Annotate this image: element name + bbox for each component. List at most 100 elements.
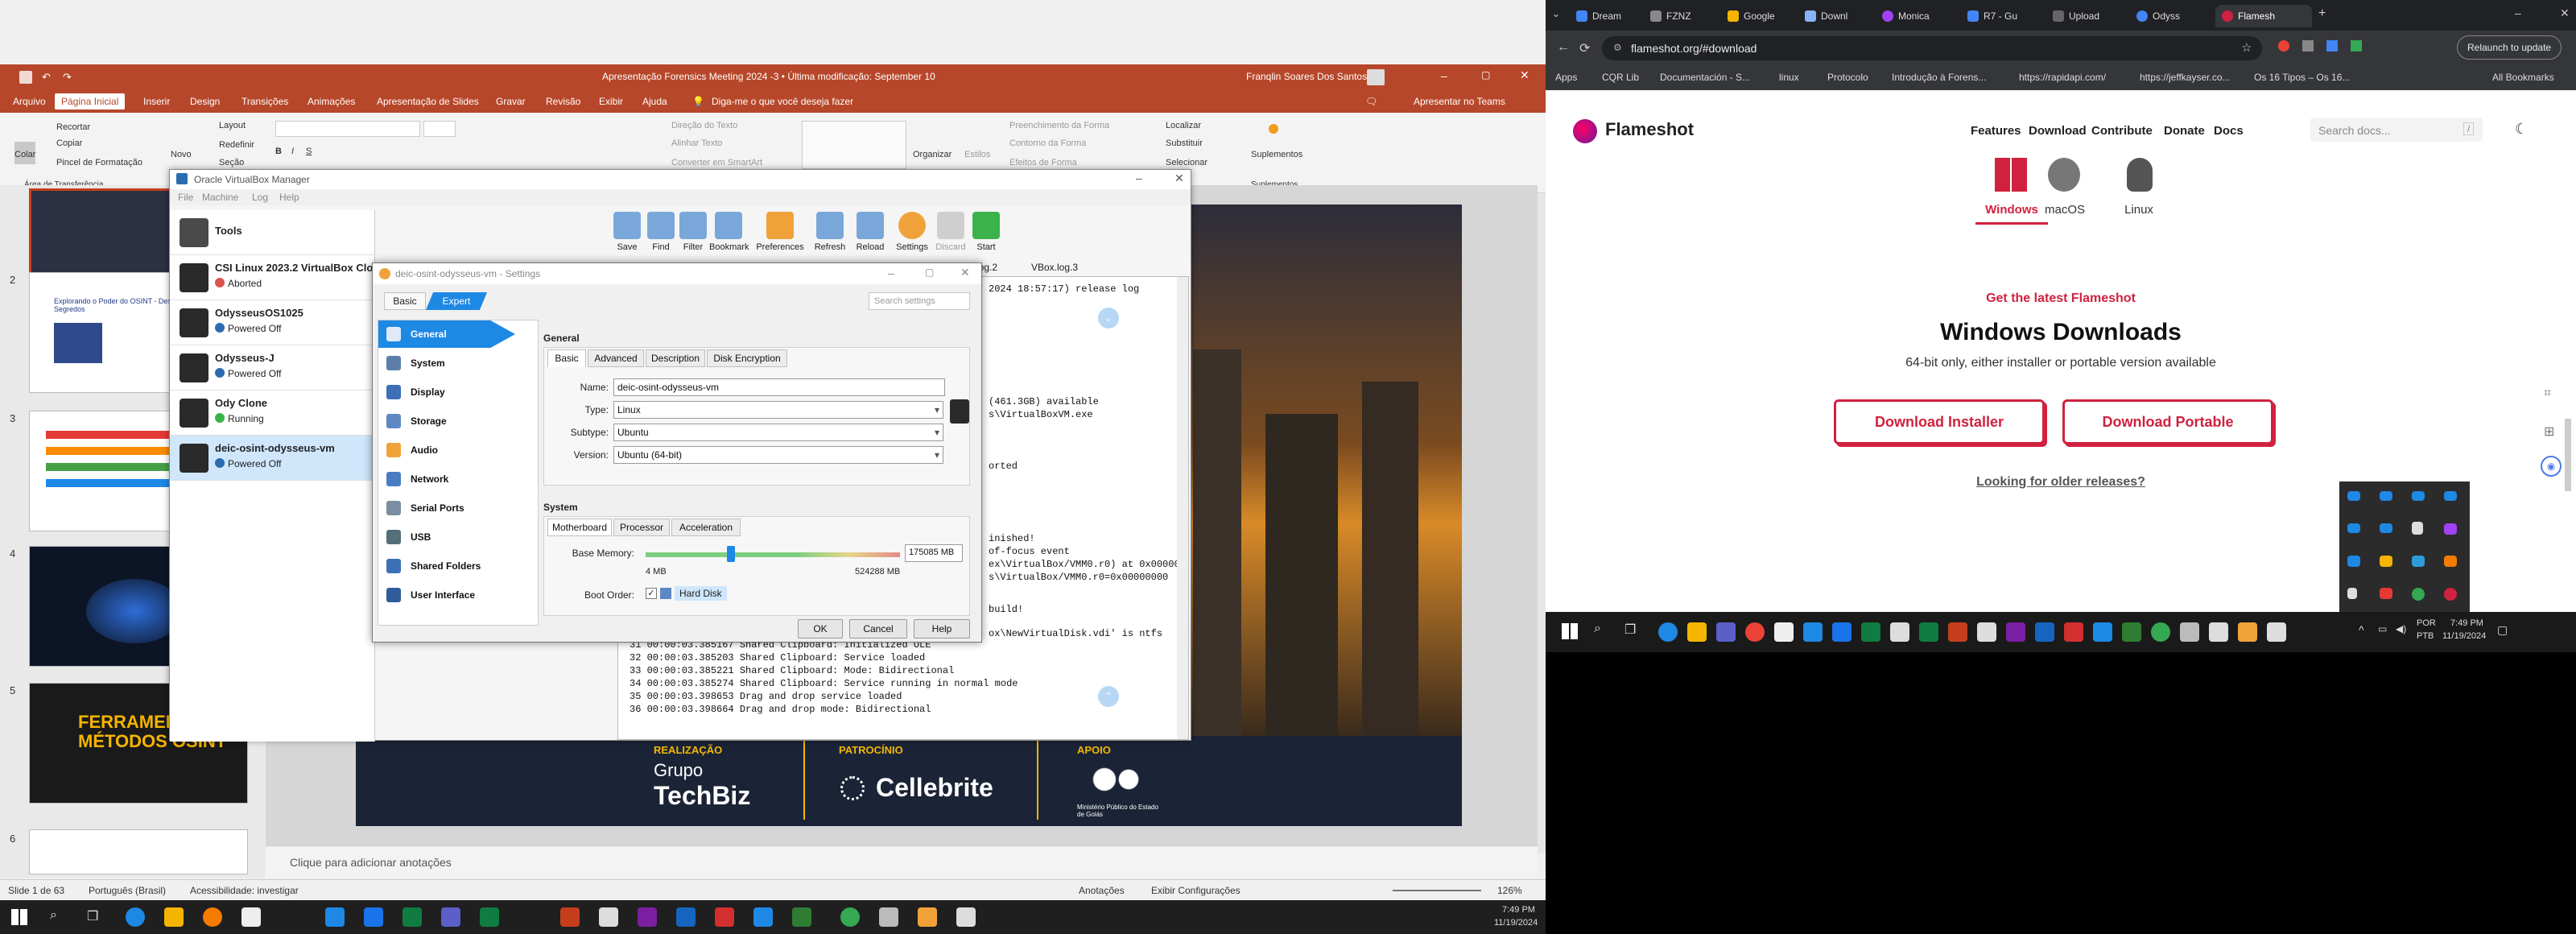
tab-arquivo[interactable]: Arquivo [13,96,46,107]
tab-pagina-inicial[interactable]: Página Inicial [55,93,126,110]
extension-icon[interactable] [2326,40,2338,52]
nav-features[interactable]: Features [1971,124,2021,138]
clock-date[interactable]: 11/19/2024 [2442,631,2486,641]
chevron-up-icon[interactable]: ⌃ [1098,686,1119,707]
menu-file[interactable]: File [178,192,193,203]
tray-app-icon[interactable] [2347,556,2360,567]
text-direction-button[interactable]: Direção do Texto [671,121,737,130]
bookmark-folder[interactable]: All Bookmarks [2492,72,2554,83]
memory-input[interactable]: 175085 MB [905,544,963,562]
zoom-slider[interactable] [1393,890,1481,891]
clock-time[interactable]: 7:49 PM [2450,618,2483,628]
powerpoint-icon[interactable] [560,907,580,927]
shape-effects-button[interactable]: Efeitos de Forma [1009,158,1077,167]
undo-icon[interactable]: ↶ [42,71,51,84]
tab-advanced[interactable]: Advanced [588,349,644,367]
tab-design[interactable]: Design [190,96,220,107]
reload-icon[interactable]: ⟳ [1579,40,1590,56]
menu-log[interactable]: Log [252,192,268,203]
app-icon[interactable] [1890,622,1909,642]
mode-basic-toggle[interactable]: Basic [384,292,426,310]
edge-icon[interactable] [1658,622,1678,642]
app-icon[interactable] [918,907,937,927]
filter-button[interactable]: Filter [674,212,712,252]
ok-button[interactable]: OK [798,619,843,639]
browser-tab[interactable]: Monica [1876,5,1956,27]
addins-icon[interactable] [1269,124,1278,134]
tray-app-icon[interactable] [2380,556,2392,567]
sidebar-item-system[interactable]: System [378,349,538,377]
discard-button[interactable]: Discard [931,212,970,252]
boot-item[interactable]: Hard Disk [675,586,727,601]
font-size-box[interactable] [423,121,456,137]
address-bar[interactable]: ⚙ flameshot.org/#download ☆ [1602,36,2262,60]
tray-app-icon[interactable] [2347,588,2357,599]
tray-app-icon[interactable] [2412,556,2425,567]
browser-tab[interactable]: Upload [2046,5,2125,27]
vm-item[interactable]: Odysseus-J Powered Off [170,345,375,391]
tab-apresentacao[interactable]: Apresentação de Slides [377,96,479,107]
new-slide-button[interactable]: Novo [171,150,192,159]
download-portable-button[interactable]: Download Portable [2062,399,2273,444]
app-icon[interactable] [2209,622,2228,642]
sidebar-item-network[interactable]: Network [378,465,538,493]
firefox-icon[interactable] [1745,622,1765,642]
sidebar-item-display[interactable]: Display [378,378,538,406]
styles-button[interactable]: Estilos [964,150,990,159]
url-text[interactable]: flameshot.org/#download [1631,42,1757,55]
italic-icon[interactable]: I [291,147,294,156]
chrome-icon[interactable] [2412,588,2425,601]
tray-app-icon[interactable] [2444,491,2457,501]
tab-motherboard[interactable]: Motherboard [547,519,612,536]
memory-slider[interactable] [646,546,900,562]
app-icon[interactable] [638,907,657,927]
search-icon[interactable]: ⌕ [1594,622,1601,636]
layout-button[interactable]: Layout [219,121,246,130]
app-icon[interactable] [2267,622,2286,642]
tray-app-icon[interactable] [2444,556,2457,567]
vm-item[interactable]: Ody Clone Running [170,391,375,436]
bold-icon[interactable]: B [275,147,282,156]
reset-button[interactable]: Redefinir [219,140,254,150]
teams-icon[interactable] [1716,622,1736,642]
save-icon[interactable] [19,71,32,84]
language-status[interactable]: Português (Brasil) [89,885,166,896]
app-icon[interactable] [792,907,811,927]
app-icon[interactable] [2093,622,2112,642]
start-button[interactable]: Start [967,212,1005,252]
subtype-select[interactable]: Ubuntu [613,424,943,441]
nav-donate[interactable]: Donate [2164,124,2205,138]
theme-toggle-icon[interactable]: ☾ [2515,121,2528,138]
usb-icon[interactable] [2412,522,2423,535]
input-language[interactable]: POR [2417,618,2436,628]
outlook-icon[interactable] [2035,622,2054,642]
app-icon[interactable] [1832,622,1852,642]
nav-docs[interactable]: Docs [2214,124,2244,138]
os-tab-macos[interactable]: macOS [2029,203,2101,217]
tab-gravar[interactable]: Gravar [496,96,526,107]
help-button[interactable]: Help [914,619,970,639]
site-brand[interactable]: Flameshot [1605,119,1694,140]
grid-icon[interactable]: ⊞ [2544,424,2554,440]
accessibility-status[interactable]: Acessibilidade: investigar [190,885,299,896]
sidebar-item-shared-folders[interactable]: Shared Folders [378,552,538,580]
back-icon[interactable]: ← [1557,40,1570,55]
find-button[interactable]: Localizar [1166,121,1201,130]
shapes-gallery[interactable] [802,121,906,169]
new-tab-icon[interactable]: + [2318,6,2326,21]
powerpoint-icon[interactable] [1948,622,1967,642]
select-button[interactable]: Selecionar [1166,158,1208,167]
tab-transicoes[interactable]: Transições [242,96,288,107]
app-icon[interactable] [2122,622,2141,642]
tab-disk-encryption[interactable]: Disk Encryption [707,349,787,367]
bookmark-folder[interactable]: Protocolo [1827,72,1868,83]
memory-slider-handle[interactable] [726,546,735,562]
settings-search-input[interactable]: Search settings [869,292,970,310]
app-icon[interactable] [2180,622,2199,642]
download-installer-button[interactable]: Download Installer [1834,399,2045,444]
tab-ajuda[interactable]: Ajuda [642,96,667,107]
version-select[interactable]: Ubuntu (64-bit) [613,446,943,464]
browser-tab-active[interactable]: Flamesh [2215,5,2312,27]
sidebar-item-audio[interactable]: Audio [378,436,538,464]
task-view-icon[interactable]: ❐ [87,908,98,924]
